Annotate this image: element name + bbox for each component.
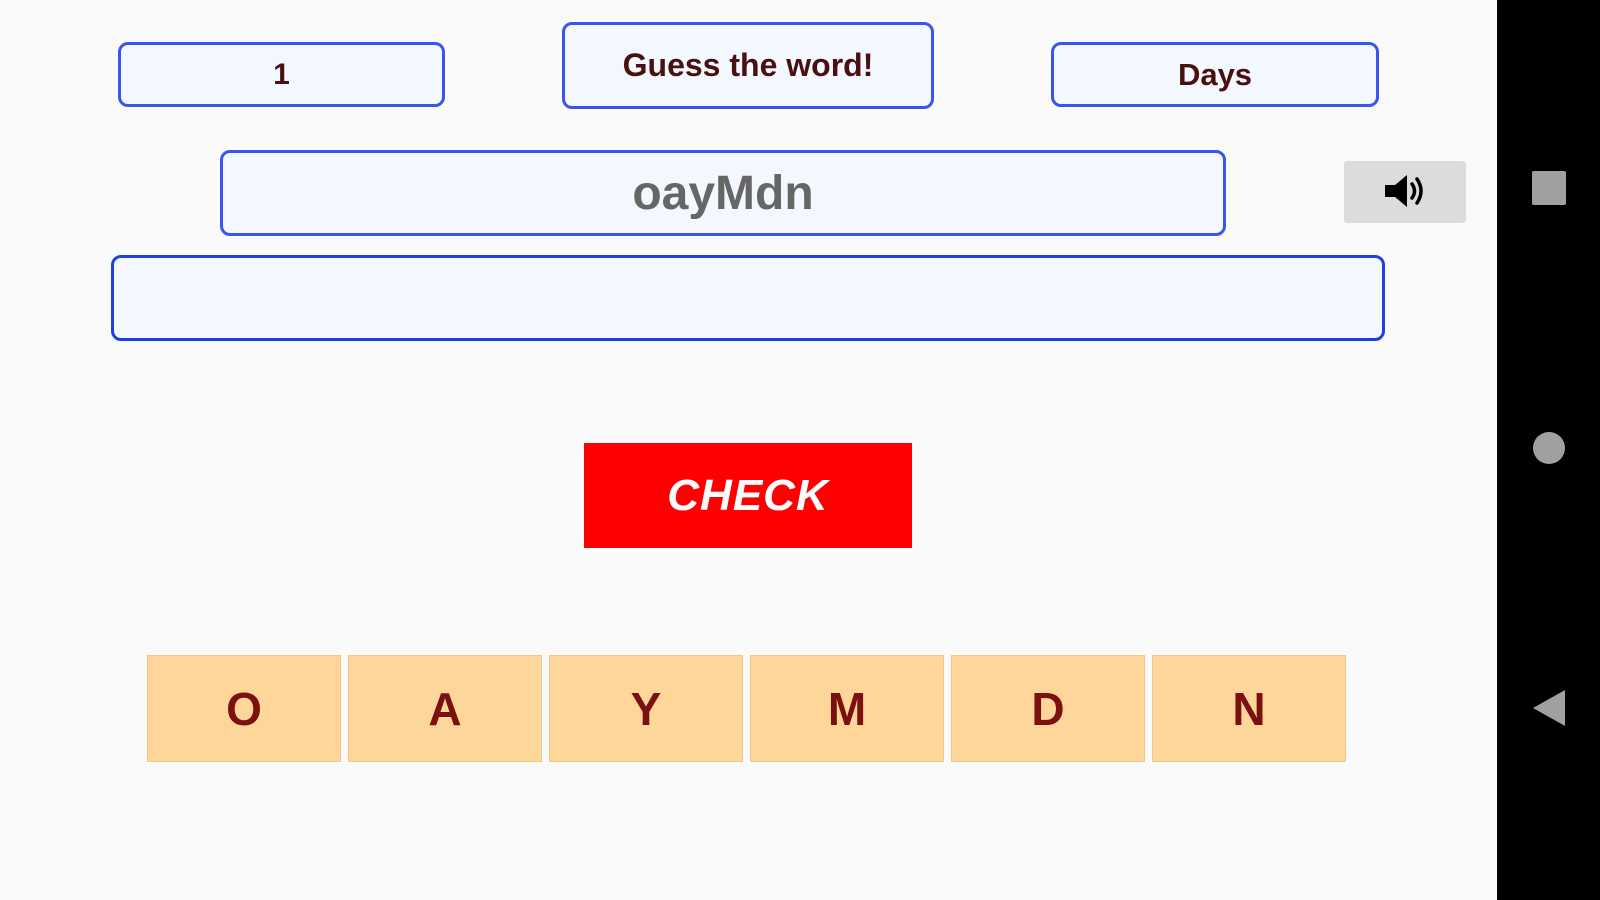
home-button[interactable]: [1497, 420, 1600, 480]
letter-tile[interactable]: O: [147, 655, 341, 762]
level-indicator: 1: [118, 42, 445, 107]
back-button[interactable]: [1497, 680, 1600, 740]
square-icon: [1531, 170, 1567, 211]
letter-tile[interactable]: A: [348, 655, 542, 762]
letter-tile[interactable]: Y: [549, 655, 743, 762]
game-screen: 1 Guess the word! Days oayMdn CHECK O A …: [0, 0, 1497, 900]
scrambled-word: oayMdn: [220, 150, 1226, 236]
letter-tile[interactable]: D: [951, 655, 1145, 762]
recents-button[interactable]: [1497, 160, 1600, 220]
sound-button[interactable]: [1344, 161, 1466, 223]
screen: 1 Guess the word! Days oayMdn CHECK O A …: [0, 0, 1600, 900]
triangle-back-icon: [1531, 688, 1567, 733]
system-navigation-bar: [1497, 0, 1600, 900]
game-title: Guess the word!: [562, 22, 934, 109]
speaker-icon: [1381, 171, 1429, 214]
check-button[interactable]: CHECK: [584, 443, 912, 548]
letter-tiles: O A Y M D N: [147, 655, 1346, 762]
circle-icon: [1531, 430, 1567, 471]
answer-input[interactable]: [111, 255, 1385, 341]
letter-tile[interactable]: M: [750, 655, 944, 762]
category-label: Days: [1051, 42, 1379, 107]
letter-tile[interactable]: N: [1152, 655, 1346, 762]
